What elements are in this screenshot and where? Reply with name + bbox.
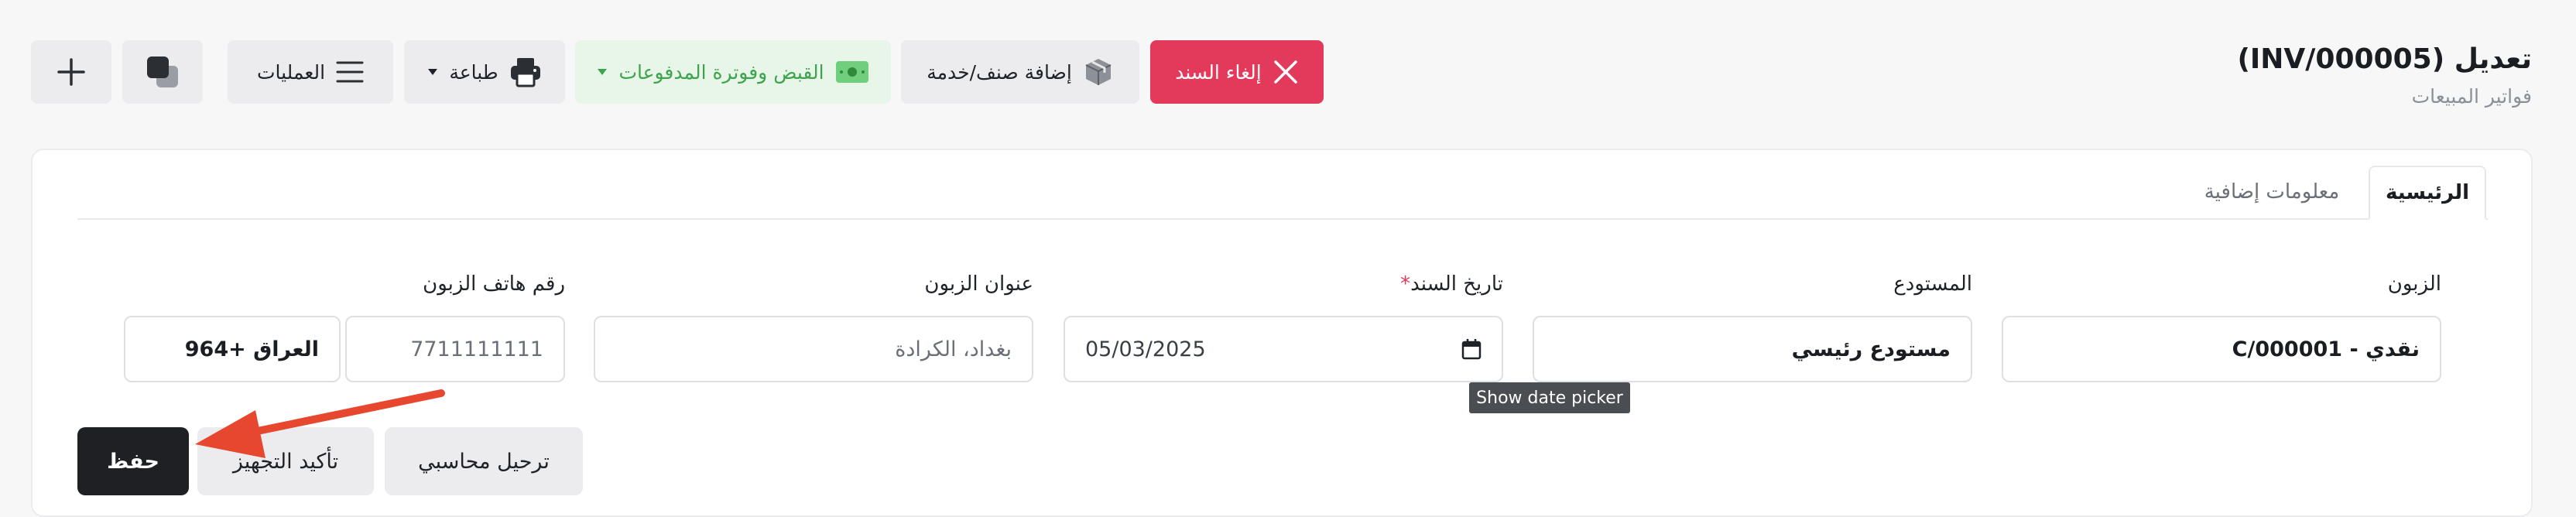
page-title: تعديل (INV/000005) — [2237, 43, 2532, 75]
date-label-wrap: تاريخ السند* — [1400, 272, 1503, 296]
customer-select[interactable]: نقدي - C/000001 — [2002, 316, 2441, 382]
warehouse-label: المستودع — [1893, 272, 1972, 296]
add-item-button[interactable]: إضافة صنف/خدمة — [901, 40, 1139, 104]
calendar-icon[interactable] — [1461, 338, 1482, 360]
date-picker-tooltip: Show date picker — [1469, 382, 1630, 413]
add-item-label: إضافة صنف/خدمة — [927, 60, 1072, 84]
tabs-divider — [77, 218, 2488, 220]
print-label: طباعة — [449, 60, 498, 84]
country-code-select[interactable]: العراق +964 — [124, 316, 341, 382]
customer-label: الزبون — [2387, 272, 2441, 296]
address-label: عنوان الزبون — [924, 272, 1033, 296]
plus-icon — [57, 57, 86, 87]
address-input[interactable]: بغداد، الكرادة — [594, 316, 1033, 382]
tab-additional-info[interactable]: معلومات إضافية — [2183, 166, 2361, 218]
print-button[interactable]: طباعة — [404, 40, 565, 104]
cancel-document-button[interactable]: إلغاء السند — [1150, 40, 1324, 104]
receipt-payments-label: القبض وفوترة المدفوعات — [618, 60, 824, 84]
accounting-post-button[interactable]: ترحيل محاسبي — [385, 427, 583, 495]
close-icon — [1273, 59, 1299, 85]
operations-menu-button[interactable]: العمليات — [228, 40, 393, 104]
receipt-payments-button[interactable]: القبض وفوترة المدفوعات — [575, 40, 891, 104]
chevron-down-icon — [597, 68, 608, 76]
confirm-preparation-button[interactable]: تأكيد التجهيز — [197, 427, 374, 495]
copy-icon — [146, 55, 180, 89]
warehouse-select[interactable]: مستودع رئيسي — [1533, 316, 1972, 382]
date-input[interactable]: 05/03/2025 — [1064, 316, 1503, 382]
date-label: تاريخ السند — [1410, 272, 1503, 296]
phone-input[interactable]: 7711111111 — [345, 316, 565, 382]
menu-icon — [336, 60, 364, 84]
new-document-button[interactable] — [31, 40, 111, 104]
required-mark: * — [1400, 272, 1411, 296]
save-button[interactable]: حفظ — [77, 427, 189, 495]
duplicate-button[interactable] — [122, 40, 203, 104]
cash-icon — [835, 60, 869, 84]
phone-label: رقم هاتف الزبون — [423, 272, 565, 296]
tab-main[interactable]: الرئيسية — [2369, 166, 2486, 220]
printer-icon — [509, 56, 542, 87]
box-icon — [1083, 56, 1114, 87]
cancel-document-label: إلغاء السند — [1175, 60, 1262, 84]
page-subtitle: فواتير المبيعات — [2411, 85, 2532, 108]
chevron-down-icon — [427, 68, 438, 76]
operations-label: العمليات — [256, 60, 326, 84]
date-value: 05/03/2025 — [1085, 337, 1206, 361]
